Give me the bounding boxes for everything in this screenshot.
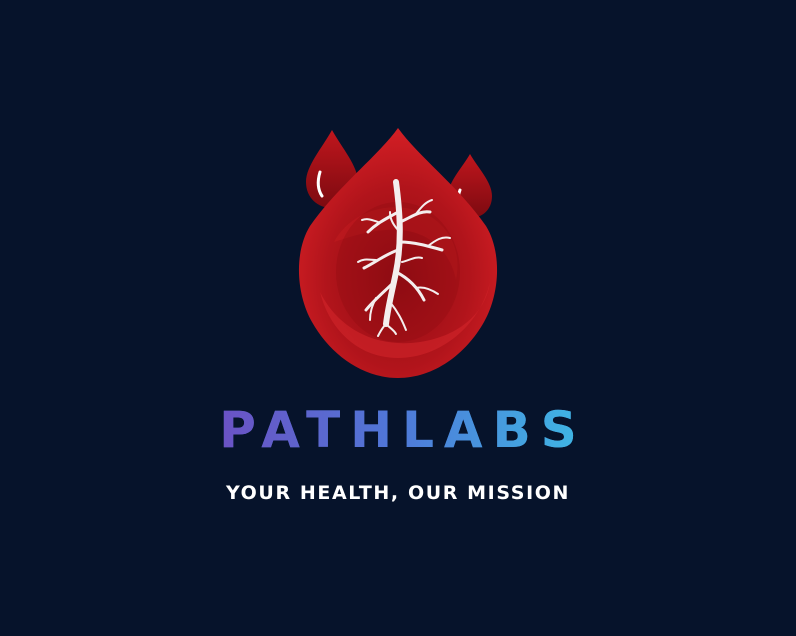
tagline: YOUR HEALTH, OUR MISSION: [226, 482, 570, 504]
brand-name: PATHLABS: [0, 400, 796, 460]
blood-drop-icon: [298, 128, 498, 378]
logo-canvas: PATHLABS YOUR HEALTH, OUR MISSION: [0, 0, 796, 636]
brand-name-text: PATHLABS: [219, 401, 587, 459]
